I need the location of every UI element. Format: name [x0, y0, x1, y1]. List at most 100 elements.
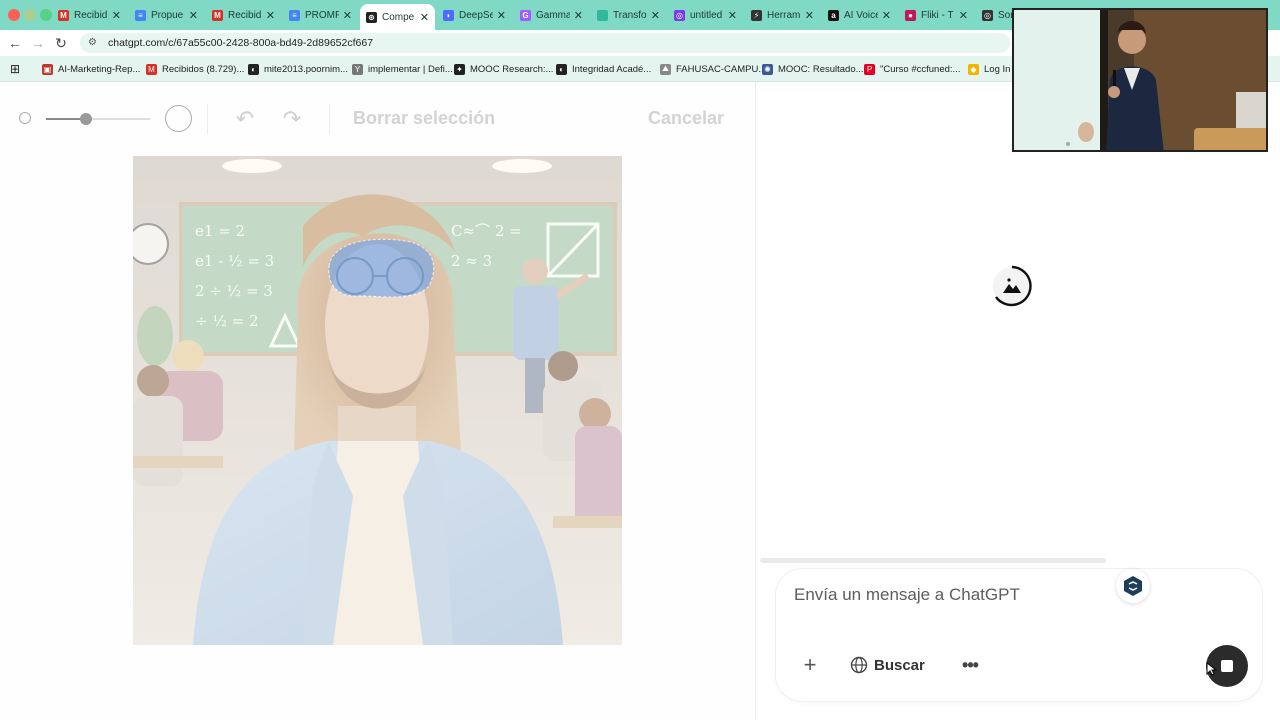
tab-close-icon[interactable]: ✕ — [420, 11, 429, 24]
window-zoom-dot[interactable] — [40, 9, 52, 21]
browser-tab[interactable]: ≡ Propue ✕ — [129, 4, 204, 26]
tab-title: PROMP — [305, 9, 339, 21]
window-minimize-dot[interactable] — [24, 9, 36, 21]
tab-title: Fliki - T — [921, 9, 954, 21]
toolbar-divider — [207, 104, 208, 134]
classroom-portrait-image: e1 = 2e1 - ½ = 32 ÷ ½ = 3÷ ½ = 2C≈⌒ 2 =2… — [133, 156, 622, 645]
bookmark-item[interactable]: ◐ mite2013.poornim... — [248, 62, 348, 76]
tab-favicon-icon — [597, 9, 608, 21]
bookmark-favicon-icon: ✺ — [762, 63, 773, 75]
tab-close-icon[interactable]: ✕ — [651, 9, 660, 22]
bookmark-label: implementar | Defi... — [368, 63, 453, 75]
url-field[interactable]: ⚙ chatgpt.com/c/67a55c00-2428-800a-bd49-… — [80, 33, 1010, 53]
bookmark-item[interactable]: ▣ AI-Marketing-Rep... — [42, 62, 140, 76]
bookmark-item[interactable]: P "Curso #ccfuned:... — [864, 62, 960, 76]
tab-close-icon[interactable]: ✕ — [343, 9, 352, 22]
bookmark-item[interactable]: Yimplementar | Defi... — [352, 62, 453, 76]
tab-favicon-icon: ≡ — [289, 9, 300, 21]
mouse-cursor-icon — [1206, 662, 1218, 676]
reload-button[interactable]: ↻ — [52, 34, 70, 52]
clear-selection-button[interactable]: Borrar selección — [353, 108, 495, 129]
message-input[interactable]: Envía un mensaje a ChatGPT — [794, 585, 1020, 605]
tab-close-icon[interactable]: ✕ — [189, 9, 198, 22]
bookmark-label: AI-Marketing-Rep... — [58, 63, 141, 75]
chat-pane: Envía un mensaje a ChatGPT + Buscar ••• — [756, 82, 1280, 720]
tab-close-icon[interactable]: ✕ — [882, 9, 891, 22]
tab-close-icon[interactable]: ✕ — [805, 9, 814, 22]
tab-close-icon[interactable]: ✕ — [497, 9, 506, 22]
apps-icon[interactable]: ⊞ — [10, 62, 20, 76]
bookmark-item[interactable]: ◐ Integridad Acadé... — [556, 62, 651, 76]
tab-close-icon[interactable]: ✕ — [574, 9, 583, 22]
bookmark-item[interactable]: ✦ MOOC Research:... — [454, 62, 553, 76]
stop-icon — [1221, 660, 1233, 672]
large-brush-icon[interactable] — [165, 105, 192, 132]
browser-tab[interactable]: M Recibid ✕ — [52, 4, 127, 26]
small-brush-icon[interactable] — [19, 112, 31, 124]
bookmark-favicon-icon: Y — [352, 63, 363, 75]
browser-tab[interactable]: ≡ PROMP ✕ — [283, 4, 358, 26]
tab-favicon-icon: a — [828, 9, 839, 21]
horizontal-scrollbar[interactable] — [760, 558, 1106, 563]
browser-tab[interactable]: G Gamma ✕ — [514, 4, 589, 26]
url-text: chatgpt.com/c/67a55c00-2428-800a-bd49-2d… — [108, 37, 374, 49]
bookmark-item[interactable]: ⛰ FAHUSAC-CAMPU... — [660, 62, 766, 76]
brush-size-slider[interactable] — [46, 113, 150, 125]
forward-button[interactable]: → — [29, 34, 47, 52]
extension-assistant-icon[interactable] — [1116, 569, 1150, 603]
tab-favicon-icon: M — [212, 9, 223, 21]
tab-close-icon[interactable]: ✕ — [728, 9, 737, 22]
bookmark-favicon-icon: ⛰ — [660, 63, 671, 75]
cancel-button[interactable]: Cancelar — [648, 108, 724, 129]
attach-plus-button[interactable]: + — [798, 652, 822, 677]
tab-favicon-icon: ⊛ — [366, 11, 377, 23]
tab-title: DeepSe — [459, 9, 493, 21]
browser-tab[interactable]: ◎ untitled ✕ — [668, 4, 743, 26]
tab-favicon-icon: ◗ — [443, 9, 454, 21]
bookmark-item[interactable]: M Recibidos (8.729)... — [146, 62, 244, 76]
bookmark-favicon-icon: ▣ — [42, 63, 53, 75]
tab-favicon-icon: ⚡ — [751, 9, 762, 21]
bookmark-favicon-icon: ◐ — [248, 63, 259, 75]
presenter-webcam-overlay — [1012, 8, 1268, 152]
browser-tab[interactable]: ⚡ Herram ✕ — [745, 4, 820, 26]
browser-tab[interactable]: ● Fliki - T ✕ — [899, 4, 974, 26]
bookmark-label: FAHUSAC-CAMPU... — [676, 63, 767, 75]
globe-icon — [850, 656, 868, 674]
browser-tab[interactable]: Transfo ✕ — [591, 4, 666, 26]
browser-tab[interactable]: ⊛ Compe ✕ — [360, 4, 435, 30]
tab-title: Herram — [767, 9, 801, 21]
tab-close-icon[interactable]: ✕ — [112, 9, 121, 22]
bookmark-label: mite2013.poornim... — [264, 63, 348, 75]
tab-title: Gamma — [536, 9, 570, 21]
generated-image-canvas[interactable]: e1 = 2 e1 - ½ = 32 ÷ ½ = 3 ÷ ½ = 2 C≈⌒ 2 = 2… — [133, 156, 622, 645]
bookmark-favicon-icon: ◆ — [968, 63, 979, 75]
window-close-dot[interactable] — [8, 9, 20, 21]
tab-title: Compe — [382, 11, 415, 23]
mask-selection[interactable] — [328, 238, 435, 298]
bookmark-item[interactable]: ✺ MOOC: Resultado... — [762, 62, 864, 76]
redo-icon[interactable]: ↷ — [279, 106, 305, 132]
tab-favicon-icon: M — [58, 9, 69, 21]
toolbar-divider — [329, 104, 330, 134]
bookmark-favicon-icon: ✦ — [454, 63, 465, 75]
bookmark-item[interactable]: ◆ Log In — [968, 62, 1010, 76]
back-button[interactable]: ← — [6, 34, 24, 52]
tab-favicon-icon: ◎ — [674, 9, 685, 21]
site-settings-icon[interactable]: ⚙ — [88, 37, 100, 49]
undo-icon[interactable]: ↶ — [232, 106, 258, 132]
tab-title: untitled — [690, 9, 723, 21]
tab-favicon-icon: G — [520, 9, 531, 21]
tab-close-icon[interactable]: ✕ — [959, 9, 968, 22]
brush-size-thumb[interactable] — [79, 113, 92, 125]
bookmark-favicon-icon: M — [146, 63, 157, 75]
more-options-button[interactable]: ••• — [956, 651, 984, 679]
browser-tab[interactable]: a AI Voice ✕ — [822, 4, 897, 26]
browser-tab[interactable]: M Recibid ✕ — [206, 4, 281, 26]
tab-title: Transfo — [613, 9, 647, 21]
browser-tab[interactable]: ◗ DeepSe ✕ — [437, 4, 512, 26]
tab-favicon-icon: ● — [905, 9, 916, 21]
tab-close-icon[interactable]: ✕ — [266, 9, 275, 22]
bookmark-favicon-icon: ◐ — [556, 63, 567, 75]
search-button[interactable]: Buscar — [842, 649, 937, 681]
